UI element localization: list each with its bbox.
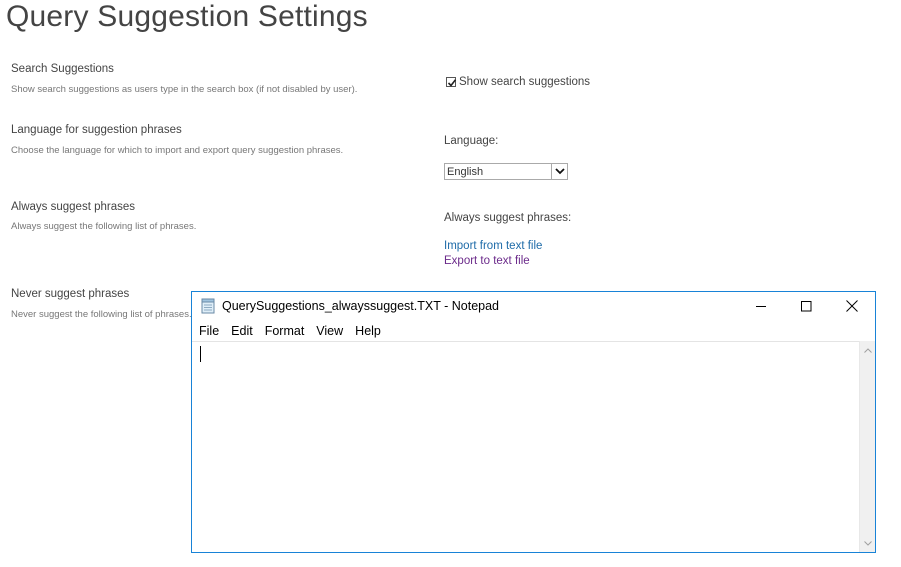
notepad-icon bbox=[201, 298, 215, 314]
maximize-button[interactable] bbox=[783, 292, 829, 320]
notepad-text-area[interactable] bbox=[192, 341, 859, 552]
always-suggest-field-label: Always suggest phrases: bbox=[444, 212, 572, 224]
show-search-suggestions-checkbox[interactable] bbox=[446, 77, 457, 87]
language-select[interactable]: English bbox=[444, 163, 568, 180]
text-caret bbox=[200, 346, 201, 362]
language-dropdown-button[interactable] bbox=[551, 164, 567, 179]
never-suggest-title: Never suggest phrases bbox=[11, 288, 130, 300]
search-suggestions-title: Search Suggestions bbox=[11, 63, 114, 75]
show-search-suggestions-option[interactable]: Show search suggestions bbox=[446, 76, 590, 88]
always-suggest-description: Always suggest the following list of phr… bbox=[11, 221, 197, 232]
menu-help[interactable]: Help bbox=[348, 324, 386, 338]
language-section-description: Choose the language for which to import … bbox=[11, 145, 344, 156]
minimize-button[interactable] bbox=[738, 292, 784, 320]
show-search-suggestions-label: Show search suggestions bbox=[459, 76, 591, 88]
chevron-down-icon bbox=[554, 168, 565, 175]
never-suggest-description: Never suggest the following list of phra… bbox=[11, 309, 192, 320]
notepad-window[interactable]: QuerySuggestions_alwayssuggest.TXT - Not… bbox=[191, 291, 876, 553]
search-suggestions-description: Show search suggestions as users type in… bbox=[11, 84, 358, 95]
language-field-label: Language: bbox=[444, 135, 499, 147]
menu-view[interactable]: View bbox=[309, 324, 348, 338]
minimize-icon bbox=[755, 305, 766, 307]
checkmark-icon bbox=[447, 79, 457, 87]
close-icon bbox=[846, 300, 858, 312]
import-from-text-file-link[interactable]: Import from text file bbox=[444, 240, 542, 252]
menu-file[interactable]: File bbox=[192, 324, 224, 338]
menu-edit[interactable]: Edit bbox=[224, 324, 258, 338]
menu-format[interactable]: Format bbox=[258, 324, 310, 338]
notepad-vertical-scrollbar[interactable] bbox=[859, 341, 875, 552]
scroll-down-button[interactable] bbox=[860, 536, 876, 550]
close-button[interactable] bbox=[829, 292, 875, 320]
language-section-title: Language for suggestion phrases bbox=[11, 124, 182, 136]
page-title: Query Suggestion Settings bbox=[6, 0, 368, 33]
notepad-title: QuerySuggestions_alwayssuggest.TXT - Not… bbox=[222, 299, 500, 313]
notepad-titlebar[interactable]: QuerySuggestions_alwayssuggest.TXT - Not… bbox=[192, 292, 875, 320]
settings-page: Query Suggestion Settings Search Suggest… bbox=[0, 0, 901, 567]
scroll-up-button[interactable] bbox=[860, 343, 876, 357]
language-selected-value: English bbox=[447, 166, 484, 178]
always-suggest-title: Always suggest phrases bbox=[11, 201, 136, 213]
export-to-text-file-link[interactable]: Export to text file bbox=[444, 255, 530, 267]
chevron-down-icon bbox=[864, 540, 872, 546]
notepad-menubar: File Edit Format View Help bbox=[192, 321, 875, 341]
chevron-up-icon bbox=[864, 347, 872, 353]
maximize-icon bbox=[800, 300, 811, 311]
